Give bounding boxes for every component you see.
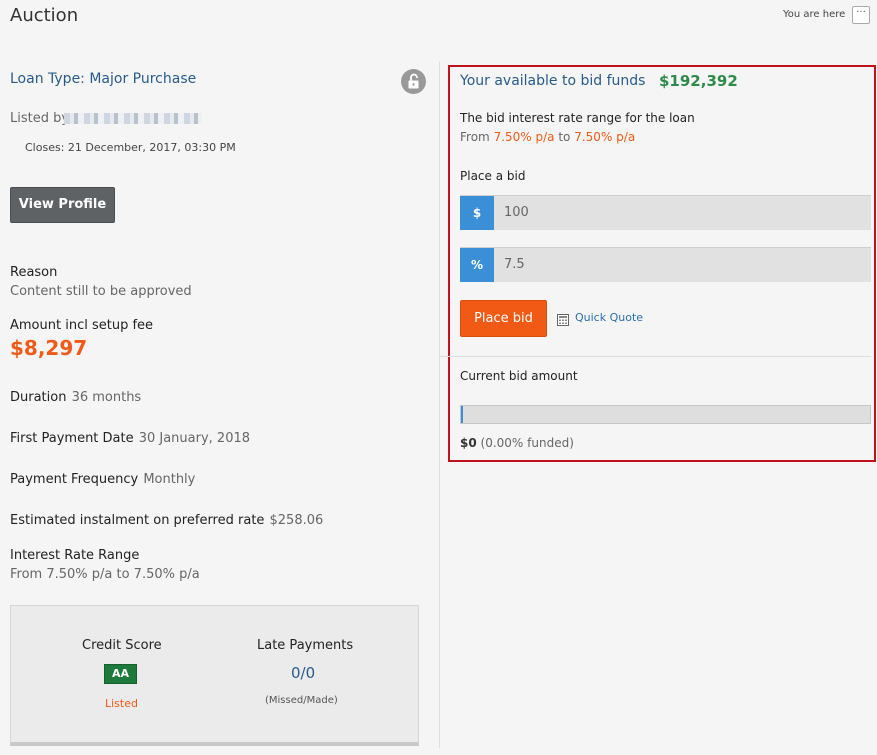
duration-row: Duration 36 months [10, 386, 141, 405]
credit-score-badge: AA [104, 664, 137, 684]
funded-summary: $0 (0.00% funded) [460, 436, 574, 450]
unlock-icon[interactable] [401, 69, 426, 94]
quick-quote-link[interactable]: Quick Quote [575, 311, 643, 324]
interest-rate-range-label: Interest Rate Range [10, 548, 140, 563]
breadcrumb: You are here [783, 9, 846, 20]
available-funds-value: $192,392 [659, 72, 738, 90]
listed-by-label: Listed by [10, 111, 70, 126]
range-low-rate: 7.50% p/a [493, 130, 555, 144]
interest-rate-range-value: From 7.50% p/a to 7.50% p/a [10, 567, 200, 582]
available-funds-label: Your available to bid funds [460, 73, 646, 89]
bid-rate-range-text: From 7.50% p/a to 7.50% p/a [460, 130, 635, 144]
instalment-row: Estimated instalment on preferred rate $… [10, 509, 323, 528]
bid-rate-input[interactable]: 7.5 [504, 248, 525, 282]
loan-type-title: Loan Type: Major Purchase [10, 71, 197, 87]
reason-value: Content still to be approved [10, 284, 192, 299]
dollar-addon: $ [460, 196, 494, 230]
instalment-label: Estimated instalment on preferred rate [10, 513, 265, 528]
place-bid-button[interactable]: Place bid [460, 300, 547, 337]
bid-rate-range-title: The bid interest rate range for the loan [460, 111, 695, 125]
funded-percent: (0.00% funded) [480, 436, 574, 450]
first-payment-value: 30 January, 2018 [138, 431, 251, 446]
bid-amount-input[interactable]: 100 [504, 196, 529, 230]
amount-value: $8,297 [10, 336, 88, 360]
bid-amount-field[interactable]: $ 100 [460, 195, 871, 230]
current-bid-label: Current bid amount [460, 369, 578, 383]
late-payments-value: 0/0 [291, 664, 316, 682]
first-payment-label: First Payment Date [10, 431, 134, 446]
range-to: to [558, 130, 571, 144]
bid-rate-field[interactable]: % 7.5 [460, 247, 871, 282]
reason-label: Reason [10, 265, 58, 280]
column-divider [439, 62, 440, 748]
view-profile-button[interactable]: View Profile [10, 187, 115, 223]
section-divider [440, 356, 871, 357]
payment-frequency-label: Payment Frequency [10, 472, 139, 487]
payment-frequency-row: Payment Frequency Monthly [10, 468, 195, 487]
payment-frequency-value: Monthly [143, 472, 196, 487]
listing-status: Listed [105, 697, 138, 710]
credit-score-label: Credit Score [82, 638, 162, 653]
calculator-icon[interactable] [557, 311, 569, 326]
percent-addon: % [460, 248, 494, 282]
first-payment-row: First Payment Date 30 January, 2018 [10, 427, 250, 446]
funding-progress-bar [460, 405, 871, 424]
current-bid-amount: $0 [460, 436, 477, 450]
late-payments-label: Late Payments [257, 638, 354, 653]
late-payments-note: (Missed/Made) [265, 695, 338, 706]
page-title: Auction [10, 5, 79, 26]
duration-value: 36 months [71, 390, 142, 405]
instalment-value: $258.06 [269, 513, 324, 528]
range-from: From [460, 130, 490, 144]
credit-summary-box [10, 605, 419, 746]
more-menu-button[interactable]: ··· [852, 6, 870, 24]
duration-label: Duration [10, 390, 67, 405]
lister-name-redacted [64, 113, 202, 124]
funding-progress-fill [461, 406, 464, 423]
range-high-rate: 7.50% p/a [574, 130, 636, 144]
closing-date: Closes: 21 December, 2017, 03:30 PM [25, 141, 236, 154]
place-bid-heading: Place a bid [460, 169, 526, 183]
amount-label: Amount incl setup fee [10, 318, 154, 333]
